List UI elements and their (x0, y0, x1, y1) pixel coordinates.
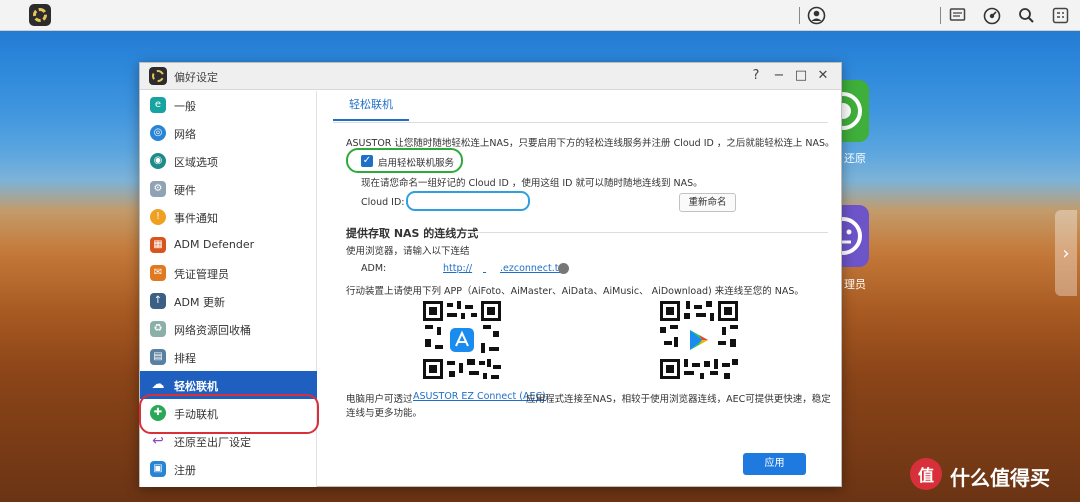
cloud-id-hint: 现在请您命名一组好记的 Cloud ID ，使用这组 ID 就可以随时随地连线到… (361, 178, 703, 189)
sidebar-item-label: 轻松联机 (174, 380, 218, 393)
taskbar-divider (940, 7, 941, 24)
qr-code-app-store (421, 299, 503, 381)
sidebar-item-label: ADM 更新 (174, 296, 225, 309)
watermark-text: 什么值得买 (950, 466, 1050, 490)
sidebar-item-notification[interactable]: ! 事件通知 (140, 203, 317, 231)
app-grid-icon[interactable] (1051, 6, 1070, 25)
qr-pattern (421, 299, 503, 381)
sidebar-item-label: 一般 (174, 100, 196, 113)
chevron-right-icon[interactable]: › (1055, 210, 1077, 296)
qr-code-google-play (658, 299, 740, 381)
taskbar-divider (799, 7, 800, 24)
help-button[interactable]: ? (747, 67, 765, 85)
hardware-icon: ⚙ (150, 181, 166, 197)
sidebar-item-label: 网络 (174, 128, 196, 141)
preferences-dialog: 偏好设定 ? − □ ✕ e 一般 ◎ 网络 ◉ 区域选项 ⚙ 硬件 ! 事件通… (139, 62, 842, 487)
sidebar-item-label: ADM Defender (174, 238, 255, 251)
maximize-button[interactable]: □ (792, 67, 810, 85)
sidebar-item-label: 排程 (174, 352, 196, 365)
cloud-id-input[interactable] (406, 191, 530, 211)
preferences-icon (149, 67, 167, 85)
update-icon: ↑ (150, 293, 166, 309)
mobile-app-hint: 行动装置上请使用下列 APP（AiFoto、AiMaster、AiData、Ai… (346, 286, 804, 297)
schedule-icon: ▤ (150, 349, 166, 365)
section-divider (468, 232, 828, 233)
minimize-button[interactable]: − (770, 67, 788, 85)
sidebar-item-label: 硬件 (174, 184, 196, 197)
dashboard-icon[interactable] (982, 6, 1001, 25)
sidebar-item-label: 网络资源回收桶 (174, 324, 251, 337)
desktop-taskbar (0, 0, 1080, 31)
apply-button[interactable]: 应用 (743, 453, 806, 475)
qr-pattern (658, 299, 740, 381)
register-icon: ▣ (150, 461, 166, 477)
rename-button[interactable]: 重新命名 (679, 193, 736, 212)
tab-ez-connect[interactable]: 轻松联机 (333, 91, 409, 121)
sidebar-item-register[interactable]: ▣ 注册 (140, 455, 317, 483)
adm-link-suffix[interactable]: .ezconnect.to (500, 263, 564, 274)
sidebar-item-label: 注册 (174, 464, 196, 477)
close-button[interactable]: ✕ (814, 67, 832, 85)
general-icon: e (150, 97, 166, 113)
region-icon: ◉ (150, 153, 166, 169)
dialog-title: 偏好设定 (174, 71, 218, 84)
message-icon[interactable] (948, 6, 967, 25)
sidebar-item-schedule[interactable]: ▤ 排程 (140, 343, 317, 371)
highlight-annotation (139, 394, 319, 434)
recycle-bin-icon: ♻ (150, 321, 166, 337)
certificate-icon: ✉ (150, 265, 166, 281)
sidebar-item-recycle-bin[interactable]: ♻ 网络资源回收桶 (140, 315, 317, 343)
pc-hint-prefix: 电脑用户可透过 (346, 394, 413, 405)
desktop-app-label[interactable]: 理员 (844, 276, 866, 292)
sidebar-item-certificate[interactable]: ✉ 凭证管理员 (140, 259, 317, 287)
highlight-annotation (346, 148, 463, 173)
sidebar-item-label: 还原至出厂设定 (174, 436, 251, 449)
sidebar-item-label: 区域选项 (174, 156, 218, 169)
intro-text: ASUSTOR 让您随时随地轻松连上NAS，只要启用下方的轻松连线服务并注册 C… (346, 138, 835, 149)
notification-icon: ! (150, 209, 166, 225)
search-icon[interactable] (1017, 6, 1036, 25)
sidebar-item-network[interactable]: ◎ 网络 (140, 119, 317, 147)
globe-icon[interactable] (558, 263, 569, 274)
sidebar-item-general[interactable]: e 一般 (140, 91, 317, 119)
ez-connect-panel: 轻松联机 ASUSTOR 让您随时随地轻松连上NAS，只要启用下方的轻松连线服务… (318, 91, 841, 487)
browser-hint: 使用浏览器，请输入以下连结 (346, 246, 470, 257)
sidebar-item-hardware[interactable]: ⚙ 硬件 (140, 175, 317, 203)
settings-sidebar: e 一般 ◎ 网络 ◉ 区域选项 ⚙ 硬件 ! 事件通知 ▦ ADM Defen… (139, 91, 319, 487)
user-account-icon[interactable] (807, 6, 826, 25)
adm-label: ADM: (361, 263, 387, 274)
pc-hint-line2: 连线与更多功能。 (346, 408, 423, 419)
firewall-icon: ▦ (150, 237, 166, 253)
sidebar-item-label: 事件通知 (174, 212, 218, 225)
sidebar-item-region[interactable]: ◉ 区域选项 (140, 147, 317, 175)
reset-icon: ↩ (152, 433, 164, 449)
pc-hint-suffix: 应用程式连接至NAS，相较于使用浏览器连线，AEC可提供更快速，稳定 (526, 394, 831, 405)
section-title: 提供存取 NAS 的连线方式 (346, 227, 479, 240)
sidebar-item-adm-defender[interactable]: ▦ ADM Defender (140, 231, 317, 259)
desktop-app-label[interactable]: 还原 (844, 150, 866, 166)
adm-logo-icon[interactable] (29, 4, 51, 26)
dialog-titlebar[interactable]: 偏好设定 ? − □ ✕ (140, 63, 841, 90)
sidebar-item-adm-update[interactable]: ↑ ADM 更新 (140, 287, 317, 315)
cloud-id-label: Cloud ID: (361, 197, 405, 208)
globe-icon: ◎ (150, 125, 166, 141)
adm-link-prefix[interactable]: http:// (443, 263, 472, 274)
tab-divider (333, 122, 828, 123)
cloud-connect-icon: ☁ (151, 377, 165, 392)
sidebar-item-label: 凭证管理员 (174, 268, 229, 281)
smzdm-logo-icon: 值 (910, 458, 942, 490)
